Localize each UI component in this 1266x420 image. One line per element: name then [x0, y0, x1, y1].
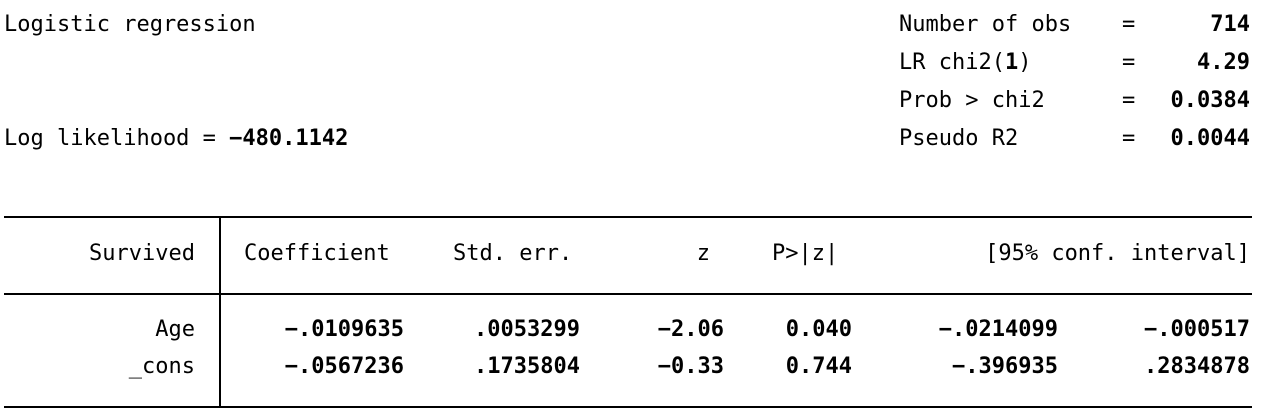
stat-nobs-value: 714: [1210, 12, 1250, 37]
ci-high-value: .2834878: [1144, 354, 1250, 379]
stat-lrchi2-label-text: LR chi2(: [899, 50, 1005, 75]
stat-nobs-label: Number of obs: [899, 12, 1072, 37]
coef-value: −.0109635: [284, 317, 404, 342]
stat-prob-value: 0.0384: [1170, 88, 1250, 113]
stat-pseudor2-eq: =: [1122, 126, 1136, 151]
p-value: 0.744: [785, 354, 852, 379]
row-label: _cons: [128, 354, 195, 379]
log-likelihood-value: −480.1142: [229, 126, 349, 151]
log-likelihood: Log likelihood = −480.1142: [4, 125, 348, 153]
col-header-stderr: Std. err.: [453, 241, 573, 266]
stat-pseudor2-value: 0.0044: [1170, 126, 1250, 151]
stat-lrchi2-label-tail: ): [1018, 50, 1032, 75]
col-header-z: z: [696, 241, 710, 266]
z-value: −2.06: [657, 317, 724, 342]
stderr-value: .1735804: [474, 354, 580, 379]
log-likelihood-label: Log likelihood =: [4, 126, 230, 151]
stat-pseudor2-label: Pseudo R2: [899, 126, 1019, 151]
row-label: Age: [155, 317, 195, 342]
table-bottom-rule: [4, 406, 1252, 408]
depvar-header: Survived: [89, 241, 195, 266]
table-header-rule: [4, 293, 1252, 295]
col-header-coefficient: Coefficient: [244, 241, 390, 266]
stat-prob-label: Prob > chi2: [899, 88, 1045, 113]
stat-lrchi2-df: 1: [1004, 50, 1019, 75]
col-header-pvalue: P>|z|: [772, 241, 839, 266]
stat-lrchi2-label: LR chi2(1): [899, 49, 1031, 77]
stat-nobs-eq: =: [1122, 12, 1136, 37]
p-value: 0.040: [785, 317, 852, 342]
coef-value: −.0567236: [284, 354, 404, 379]
stat-lrchi2-eq: =: [1122, 50, 1136, 75]
col-header-confint: [95% conf. interval]: [985, 241, 1250, 266]
ci-high-value: −.000517: [1144, 317, 1250, 342]
stat-prob-eq: =: [1122, 88, 1136, 113]
stderr-value: .0053299: [474, 317, 580, 342]
model-title: Logistic regression: [4, 12, 256, 37]
stat-lrchi2-value: 4.29: [1197, 50, 1250, 75]
table-top-rule: [4, 216, 1252, 218]
table-separator: [219, 216, 221, 408]
ci-low-value: −.396935: [952, 354, 1058, 379]
z-value: −0.33: [657, 354, 724, 379]
ci-low-value: −.0214099: [938, 317, 1058, 342]
